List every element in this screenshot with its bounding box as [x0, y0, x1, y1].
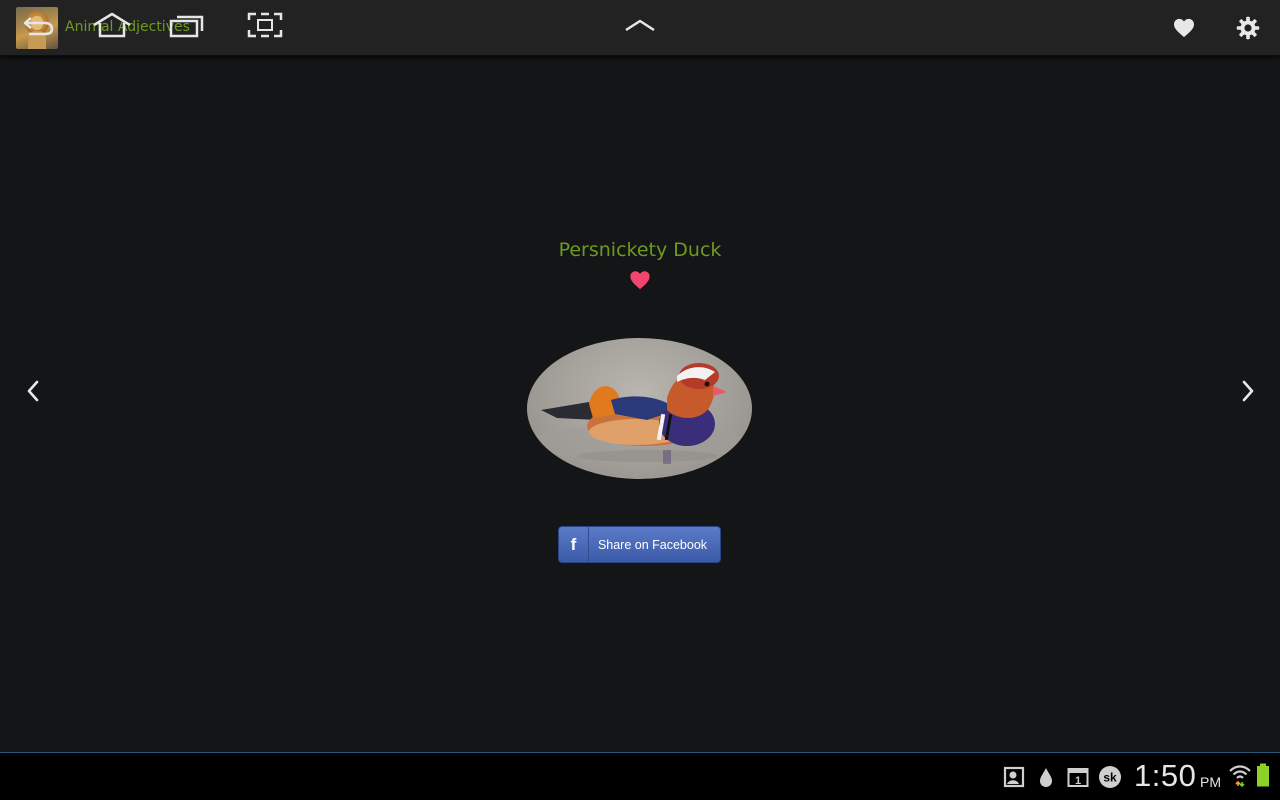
clock-ampm: PM: [1200, 774, 1221, 790]
heart-icon: [1174, 18, 1194, 38]
recent-apps-button[interactable]: [167, 10, 207, 40]
app-menu-up-button[interactable]: [620, 10, 660, 40]
wifi-icon: [1229, 765, 1251, 787]
screenshot-icon: [247, 12, 283, 38]
animal-name: Persnickety Duck: [558, 239, 722, 261]
calendar-icon: 1: [1067, 768, 1089, 787]
favorites-button[interactable]: [1170, 14, 1198, 42]
clock-time: 1:50: [1134, 758, 1197, 793]
chevron-up-icon: [625, 19, 655, 32]
share-facebook-button[interactable]: f Share on Facebook: [558, 526, 721, 563]
calendar-day: 1: [1075, 775, 1081, 787]
back-button[interactable]: [18, 10, 58, 40]
next-animal-button[interactable]: [1233, 376, 1263, 406]
sk-label: sk: [1103, 771, 1117, 785]
duck-illustration: [529, 363, 749, 464]
back-icon: [23, 17, 54, 36]
wifi-status: [1228, 763, 1252, 787]
favorite-toggle[interactable]: [629, 269, 651, 291]
animal-image: [527, 338, 752, 479]
drop-notification[interactable]: [1036, 765, 1056, 789]
chevron-left-icon: [27, 380, 39, 402]
screenshot-button[interactable]: [245, 10, 285, 40]
gear-icon: [1236, 16, 1260, 40]
home-icon: [93, 12, 131, 38]
drop-icon: [1040, 768, 1052, 787]
gallery-notification[interactable]: [1002, 765, 1026, 789]
facebook-icon: f: [559, 527, 589, 562]
sk-notification[interactable]: sk: [1097, 765, 1123, 789]
battery-icon: [1257, 763, 1269, 787]
battery-status: [1254, 763, 1272, 787]
recent-apps-icon: [169, 15, 204, 38]
share-facebook-label: Share on Facebook: [597, 537, 708, 552]
sk-icon: sk: [1099, 766, 1121, 788]
gallery-icon: [1003, 766, 1025, 788]
home-button[interactable]: [90, 10, 134, 40]
chevron-right-icon: [1242, 380, 1254, 402]
heart-icon: [630, 271, 650, 290]
settings-button[interactable]: [1234, 14, 1262, 42]
previous-animal-button[interactable]: [18, 376, 48, 406]
calendar-notification[interactable]: 1: [1066, 765, 1090, 789]
